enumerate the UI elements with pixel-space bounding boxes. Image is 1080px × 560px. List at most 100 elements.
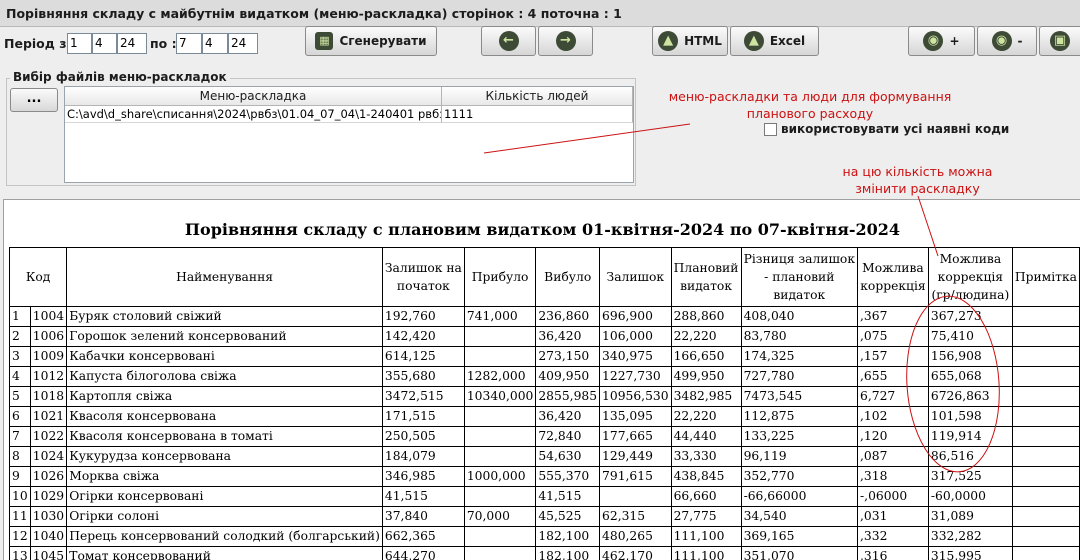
export-html-icon: ▲ — [658, 31, 679, 51]
column-header-people[interactable]: Кількість людей — [442, 87, 633, 106]
to-day-input[interactable] — [176, 33, 202, 54]
window-title: Порівняння складу с майбутнім видатком (… — [6, 6, 622, 21]
note-cell — [1011, 346, 1080, 367]
note-cell — [1011, 546, 1080, 560]
item-name-cell: Перець консервований солодкий (болгарськ… — [66, 526, 383, 547]
incoming-cell — [463, 486, 537, 507]
correction-per-person-cell: 86,516 — [927, 446, 1013, 467]
browse-files-button[interactable]: ... — [10, 88, 58, 112]
item-name-cell: Капуста білоголова свіжа — [66, 366, 383, 387]
item-name-cell: Кабачки консервовані — [66, 346, 383, 367]
row-number-cell: 9 — [9, 466, 31, 487]
balance-cell: 696,900 — [599, 306, 672, 327]
from-year-input[interactable] — [117, 33, 147, 54]
table-row: 7 1022 Квасоля консервована в томаті 250,50… — [9, 426, 1080, 447]
difference-cell: 408,040 — [740, 306, 859, 327]
difference-cell: 351,070 — [740, 546, 859, 560]
from-day-input[interactable] — [67, 33, 92, 54]
item-code-cell: 1024 — [29, 446, 68, 467]
item-name-cell: Горошок зелений консервований — [66, 326, 383, 347]
forward-button[interactable]: → — [538, 26, 593, 56]
from-month-input[interactable] — [92, 33, 117, 54]
menu-file-cell[interactable]: C:\avd\d_share\списання\2024\рвбз\01.04_… — [65, 106, 442, 123]
difference-cell: 112,875 — [740, 406, 859, 427]
generate-button[interactable]: ▦ Сгенерувати — [305, 26, 437, 56]
correction-per-person-cell: 75,410 — [927, 326, 1013, 347]
table-row: 6 1021 Квасоля консервована 171,515 36,420 13… — [9, 406, 1080, 427]
print-icon: ▣ — [1050, 31, 1070, 51]
zoom-out-icon: ◉ — [991, 31, 1012, 51]
difference-cell: 83,780 — [740, 326, 859, 347]
period-to-label: по : — [150, 36, 177, 51]
outgoing-cell: 54,630 — [535, 446, 601, 467]
planned-cell: 66,660 — [670, 486, 742, 507]
table-row: 5 1018 Картопля свіжа 3472,515 10340,000 2855… — [9, 386, 1080, 407]
people-count-cell[interactable]: 1111 — [442, 106, 633, 123]
to-month-input[interactable] — [202, 33, 228, 54]
zoom-in-button[interactable]: ◉ + — [908, 26, 975, 56]
correction-cell: ,332 — [857, 526, 929, 547]
planned-cell: 288,860 — [670, 306, 742, 327]
incoming-cell — [463, 546, 537, 560]
header-balance: Залишок — [599, 247, 672, 307]
correction-cell: ,087 — [857, 446, 929, 467]
zoom-out-label: - — [1017, 34, 1023, 48]
to-year-input[interactable] — [228, 33, 258, 54]
balance-cell: 462,170 — [599, 546, 672, 560]
item-code-cell: 1021 — [29, 406, 68, 427]
note-cell — [1011, 486, 1080, 507]
start-balance-cell: 37,840 — [381, 506, 465, 527]
correction-per-person-cell: 31,089 — [927, 506, 1013, 527]
difference-cell: 727,780 — [740, 366, 859, 387]
correction-per-person-cell: 156,908 — [927, 346, 1013, 367]
correction-cell: 6,727 — [857, 386, 929, 407]
table-row: 13 1045 Томат консервований 644,270 182,100 4… — [9, 546, 1080, 560]
item-code-cell: 1040 — [29, 526, 68, 547]
item-code-cell: 1012 — [29, 366, 68, 387]
zoom-in-icon: ◉ — [923, 31, 944, 51]
planned-cell: 22,220 — [670, 326, 742, 347]
start-balance-cell: 184,079 — [381, 446, 465, 467]
report-table: Код Найменування Залишок на початок Прибу… — [8, 247, 1080, 560]
report-view[interactable]: Порівняння складу с плановим видатком 01… — [3, 199, 1080, 560]
difference-cell: 352,770 — [740, 466, 859, 487]
balance-cell — [599, 486, 672, 507]
use-all-codes-label[interactable]: використовувати усі наявні коди — [781, 122, 1009, 136]
header-correction-per-person: Можлива коррекція (гр/людина) — [927, 247, 1013, 307]
html-button[interactable]: ▲ HTML — [652, 26, 728, 56]
planned-cell: 22,220 — [670, 406, 742, 427]
note-cell — [1011, 506, 1080, 527]
planned-cell: 44,440 — [670, 426, 742, 447]
header-name: Найменування — [66, 247, 383, 307]
planned-cell: 438,845 — [670, 466, 742, 487]
note-cell — [1011, 466, 1080, 487]
item-name-cell: Квасоля консервована в томаті — [66, 426, 383, 447]
print-button[interactable]: ▣ — [1039, 26, 1080, 56]
use-all-codes-checkbox[interactable] — [764, 123, 777, 136]
correction-cell: ,318 — [857, 466, 929, 487]
zoom-out-button[interactable]: ◉ - — [977, 26, 1037, 56]
row-number-cell: 2 — [9, 326, 31, 347]
correction-per-person-cell: 101,598 — [927, 406, 1013, 427]
note-cell — [1011, 306, 1080, 327]
difference-cell: 7473,545 — [740, 386, 859, 407]
table-row: 11 1030 Огірки солоні 37,840 70,000 45,525 62,… — [9, 506, 1080, 527]
excel-button[interactable]: ▲ Excel — [730, 26, 819, 56]
correction-per-person-cell: 332,282 — [927, 526, 1013, 547]
window-titlebar: Порівняння складу с майбутнім видатком (… — [0, 0, 1080, 27]
outgoing-cell: 36,420 — [535, 406, 601, 427]
balance-cell: 135,095 — [599, 406, 672, 427]
start-balance-cell: 355,680 — [381, 366, 465, 387]
item-code-cell: 1026 — [29, 466, 68, 487]
note-cell — [1011, 386, 1080, 407]
row-number-cell: 1 — [9, 306, 31, 327]
planned-cell: 33,330 — [670, 446, 742, 467]
incoming-cell — [463, 346, 537, 367]
header-code: Код — [8, 247, 68, 307]
back-button[interactable]: ← — [481, 26, 536, 56]
generate-button-label: Сгенерувати — [339, 34, 427, 48]
difference-cell: 133,225 — [740, 426, 859, 447]
correction-per-person-cell: -60,0000 — [927, 486, 1013, 507]
correction-cell: -,06000 — [857, 486, 929, 507]
column-header-menu[interactable]: Меню-раскладка — [65, 87, 442, 106]
